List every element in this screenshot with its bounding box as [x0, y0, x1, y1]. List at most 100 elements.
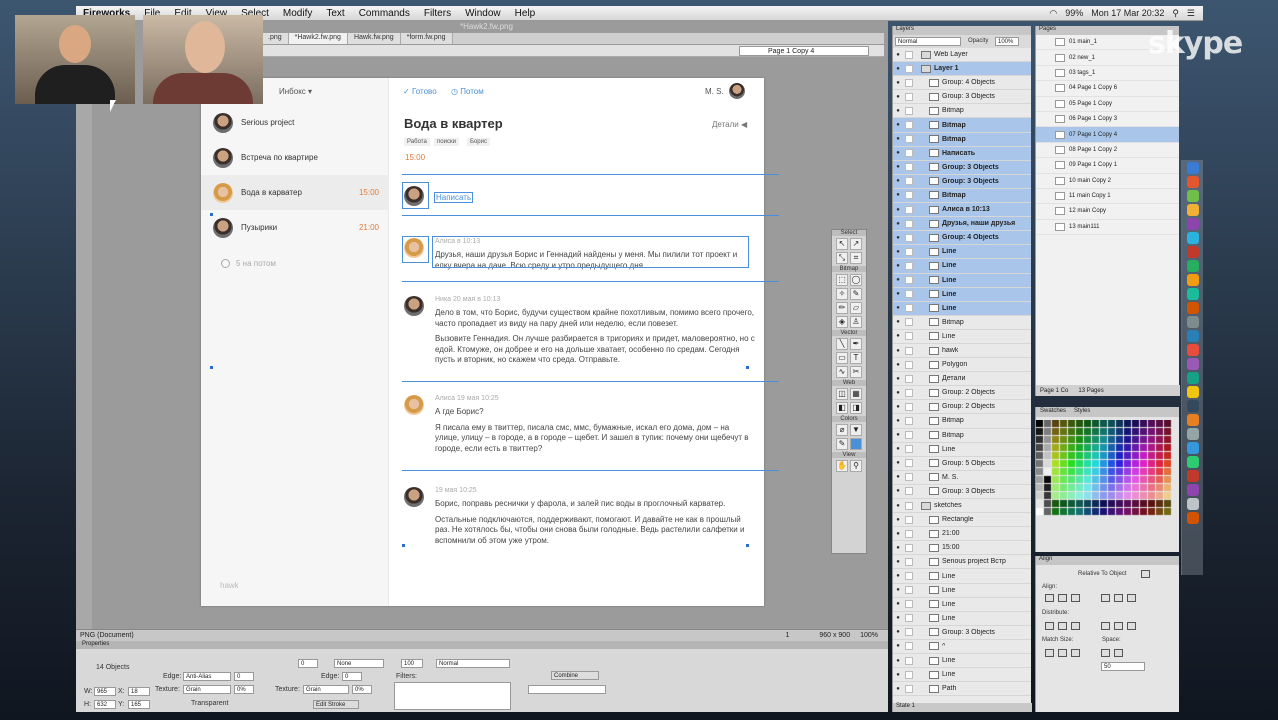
- layer-row[interactable]: ● Line: [893, 598, 1031, 612]
- bucket-tool-icon[interactable]: ▼: [850, 424, 862, 436]
- selection-handle[interactable]: [210, 366, 213, 369]
- page-row[interactable]: 05 Page 1 Copy: [1036, 97, 1179, 112]
- dock-app-icon[interactable]: [1186, 386, 1199, 398]
- align-top-icon[interactable]: [1101, 594, 1110, 602]
- layer-row[interactable]: ● Group: 4 Objects: [893, 76, 1031, 91]
- align-left-icon[interactable]: [1045, 594, 1054, 602]
- subselect-tool-icon[interactable]: ↗: [850, 238, 862, 250]
- align-middle-icon[interactable]: [1114, 594, 1123, 602]
- dock-app-icon[interactable]: [1186, 512, 1199, 524]
- layer-row[interactable]: ● Group: 3 Objects: [893, 485, 1031, 499]
- selection-handle[interactable]: [746, 366, 749, 369]
- layer-row[interactable]: ● Rectangle: [893, 513, 1031, 528]
- blur-tool-icon[interactable]: ◈: [836, 316, 848, 328]
- distribute-middle-icon[interactable]: [1114, 622, 1123, 630]
- lock-icon[interactable]: [905, 529, 913, 538]
- hand-tool-icon[interactable]: ✋: [836, 460, 848, 472]
- eye-icon[interactable]: ●: [893, 291, 903, 297]
- relative-object-icon[interactable]: [1141, 570, 1150, 578]
- lock-icon[interactable]: [905, 64, 913, 73]
- swatch-grid[interactable]: [1036, 420, 1172, 520]
- dock-app-icon[interactable]: [1186, 288, 1199, 300]
- line-tool-icon[interactable]: ╲: [836, 338, 848, 350]
- eye-icon[interactable]: ●: [893, 305, 903, 311]
- layer-row[interactable]: ● Line: [893, 287, 1031, 302]
- tab-swatches[interactable]: Swatches: [1036, 407, 1070, 417]
- selection-handle[interactable]: [746, 544, 749, 547]
- eye-icon[interactable]: ●: [893, 517, 903, 523]
- layer-row[interactable]: ● Детали: [893, 372, 1031, 387]
- menu-commands[interactable]: Commands: [352, 8, 417, 19]
- lock-icon[interactable]: [905, 416, 913, 425]
- dock-app-icon[interactable]: [1186, 442, 1199, 454]
- menu-filters[interactable]: Filters: [417, 8, 458, 19]
- fill-color-icon[interactable]: [850, 438, 862, 450]
- page-row[interactable]: 06 Page 1 Copy 3: [1036, 112, 1179, 128]
- write-button[interactable]: Написать: [434, 192, 474, 203]
- dock-app-icon[interactable]: [1186, 274, 1199, 286]
- crop-tool-icon[interactable]: ⌗: [850, 252, 862, 264]
- stroke-size[interactable]: 0: [298, 659, 318, 668]
- dock-app-icon[interactable]: [1186, 330, 1199, 342]
- lock-icon[interactable]: [905, 106, 913, 115]
- layer-row[interactable]: ● Line: [893, 668, 1031, 683]
- wifi-icon[interactable]: ◠: [1049, 8, 1057, 19]
- tab-styles[interactable]: Styles: [1070, 407, 1094, 417]
- layer-row[interactable]: ● Group: 4 Objects: [893, 231, 1031, 246]
- lock-icon[interactable]: [905, 50, 913, 59]
- wand-tool-icon[interactable]: ✧: [836, 288, 848, 300]
- done-button[interactable]: ✓ Готово: [403, 87, 437, 96]
- dock-app-icon[interactable]: [1186, 176, 1199, 188]
- dock-app-icon[interactable]: [1186, 428, 1199, 440]
- lock-icon[interactable]: [905, 628, 913, 637]
- dock-app-icon[interactable]: [1186, 414, 1199, 426]
- brush-tool-icon[interactable]: ✎: [850, 288, 862, 300]
- edge-amount[interactable]: 0: [234, 672, 254, 681]
- dock-app-icon[interactable]: [1186, 484, 1199, 496]
- lock-icon[interactable]: [905, 557, 913, 566]
- lock-icon[interactable]: [905, 290, 913, 299]
- lock-icon[interactable]: [905, 374, 913, 383]
- distribute-left-icon[interactable]: [1045, 622, 1054, 630]
- match-both-icon[interactable]: [1071, 649, 1080, 657]
- selection-box[interactable]: [402, 236, 429, 263]
- eye-icon[interactable]: ●: [893, 601, 903, 607]
- lock-icon[interactable]: [905, 614, 913, 623]
- layer-row[interactable]: ● Друзья, наши друзья: [893, 217, 1031, 232]
- eye-icon[interactable]: ●: [893, 333, 903, 339]
- space-field[interactable]: 50: [1101, 662, 1145, 671]
- dock-app-icon[interactable]: [1186, 232, 1199, 244]
- knife-tool-icon[interactable]: ✂: [850, 366, 862, 378]
- lock-icon[interactable]: [905, 600, 913, 609]
- eye-icon[interactable]: ●: [893, 474, 903, 480]
- lock-icon[interactable]: [905, 191, 913, 200]
- layer-row[interactable]: ● Написать: [893, 146, 1031, 161]
- eye-icon[interactable]: ●: [893, 615, 903, 621]
- eye-icon[interactable]: ●: [893, 573, 903, 579]
- lock-icon[interactable]: [905, 684, 913, 693]
- dock-app-icon[interactable]: [1186, 372, 1199, 384]
- selection-line[interactable]: [402, 281, 779, 282]
- menu-text[interactable]: Text: [319, 8, 351, 19]
- eyedropper-tool-icon[interactable]: ⌀: [836, 424, 848, 436]
- layer-row[interactable]: ● Group: 3 Objects: [893, 160, 1031, 175]
- tab-hawk2[interactable]: *Hawk2.fw.png: [288, 33, 348, 44]
- eraser-tool-icon[interactable]: ▱: [850, 302, 862, 314]
- dock-app-icon[interactable]: [1186, 302, 1199, 314]
- layer-row[interactable]: ● M. S.: [893, 471, 1031, 485]
- page-row[interactable]: 08 Page 1 Copy 2: [1036, 143, 1179, 159]
- lock-icon[interactable]: [905, 78, 913, 87]
- eye-icon[interactable]: ●: [893, 531, 903, 537]
- freeform-tool-icon[interactable]: ∿: [836, 366, 848, 378]
- dock-app-icon[interactable]: [1186, 316, 1199, 328]
- dock-app-icon[interactable]: [1186, 344, 1199, 356]
- hide-slices-icon[interactable]: ◧: [836, 402, 848, 414]
- eye-icon[interactable]: ●: [893, 277, 903, 283]
- lock-icon[interactable]: [905, 121, 913, 130]
- page-row[interactable]: 11 main Copy 1: [1036, 189, 1179, 205]
- match-width-icon[interactable]: [1045, 649, 1054, 657]
- page-select[interactable]: Page 1 Copy 4: [739, 46, 869, 56]
- selection-handle[interactable]: [210, 213, 213, 216]
- lock-icon[interactable]: [905, 459, 913, 468]
- eye-icon[interactable]: ●: [893, 192, 903, 198]
